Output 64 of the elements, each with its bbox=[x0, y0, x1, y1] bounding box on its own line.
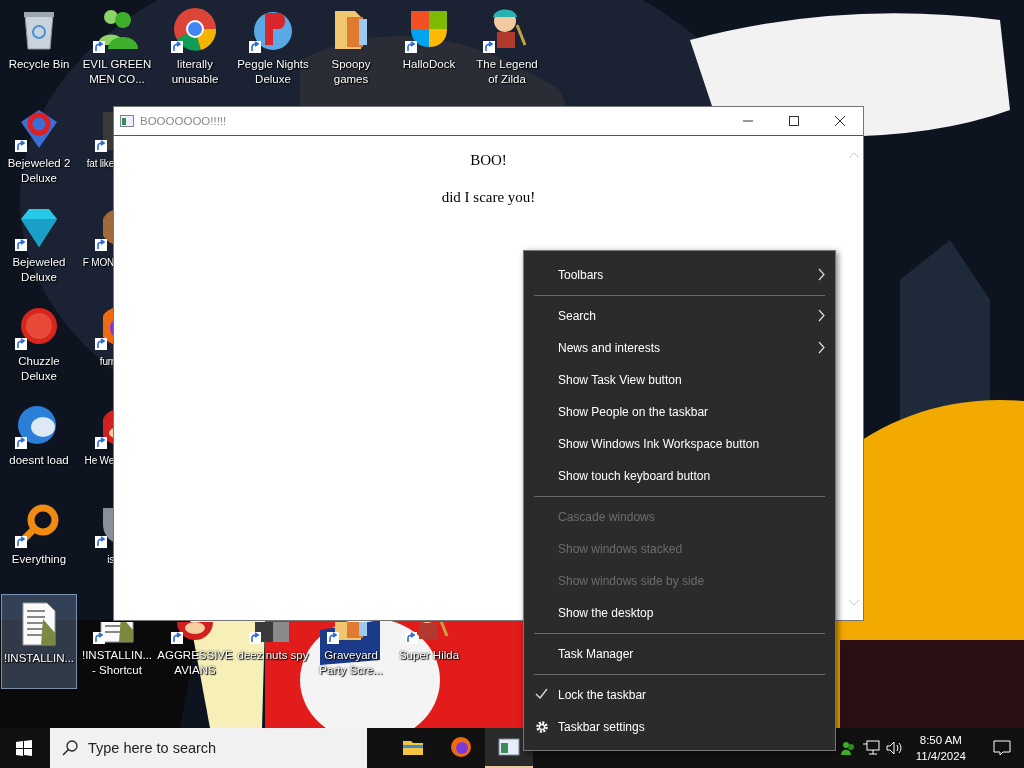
desktop-icon[interactable]: Recycle Bin bbox=[1, 0, 77, 95]
icon-label: furr bbox=[98, 355, 114, 369]
desktop-icon[interactable]: Peggle Nights Deluxe bbox=[235, 0, 311, 95]
desktop-icon[interactable]: !INSTALLIN... bbox=[1, 594, 77, 689]
menu-item[interactable]: Lock the taskbar bbox=[524, 679, 835, 711]
icon-label: The Legend of Zilda bbox=[475, 57, 539, 87]
icon-label: F MON bbox=[81, 256, 114, 270]
time: 8:50 AM bbox=[919, 733, 962, 748]
icon-label: !INSTALLIN... - Shortcut bbox=[80, 648, 154, 678]
icon-label: !INSTALLIN... bbox=[3, 651, 75, 666]
volume-icon[interactable] bbox=[885, 740, 902, 756]
window-title: BOOOOOOO!!!!! bbox=[140, 115, 228, 127]
icon-label: Graveyard Party Scre... bbox=[318, 648, 384, 678]
desktop-icon[interactable]: doesnt load bbox=[1, 396, 77, 491]
desktop-icon[interactable]: HalloDock bbox=[391, 0, 467, 95]
menu-item[interactable]: Show the desktop bbox=[524, 597, 835, 629]
desktop-icon[interactable]: EVIL GREEN MEN CO... bbox=[79, 0, 155, 95]
icon-label: Everything bbox=[11, 552, 67, 567]
heading: BOO! bbox=[470, 152, 507, 169]
icon-label: fat like bbox=[85, 157, 114, 171]
desktop-icon[interactable]: Spoopy games bbox=[313, 0, 389, 95]
desktop-icon[interactable]: Bejeweled 2 Deluxe bbox=[1, 99, 77, 194]
desktop-icon[interactable]: Everything bbox=[1, 495, 77, 590]
date: 11/4/2024 bbox=[915, 749, 966, 764]
icon-label: Chuzzle Deluxe bbox=[17, 354, 61, 384]
menu-item[interactable]: Search bbox=[524, 300, 835, 332]
desktop-icon[interactable]: literally unusable bbox=[157, 0, 233, 95]
clock[interactable]: 8:50 AM 11/4/2024 bbox=[915, 732, 966, 764]
menu-item[interactable]: Show Task View button bbox=[524, 364, 835, 396]
icon-label: Recycle Bin bbox=[8, 57, 70, 72]
window-app-icon bbox=[497, 735, 521, 759]
icon-label: literally unusable bbox=[170, 57, 220, 87]
icon-label: He We bbox=[83, 454, 114, 468]
windows-icon bbox=[16, 740, 32, 756]
icon-label: Peggle Nights Deluxe bbox=[236, 57, 310, 87]
browser-icon bbox=[171, 5, 219, 53]
menu-item[interactable]: Show Windows Ink Workspace button bbox=[524, 428, 835, 460]
icon-label: Bejeweled 2 Deluxe bbox=[6, 156, 72, 186]
message: did I scare you! bbox=[441, 189, 536, 206]
settings-icon bbox=[535, 720, 549, 734]
search-field[interactable]: Type here to search bbox=[50, 728, 367, 768]
desktop-icon[interactable]: Chuzzle Deluxe bbox=[1, 297, 77, 392]
desktop-icon[interactable]: Bejeweled Deluxe bbox=[1, 198, 77, 293]
desktop-icon[interactable]: The Legend of Zilda bbox=[469, 0, 545, 95]
menu-item[interactable]: Show People on the taskbar bbox=[524, 396, 835, 428]
menu-item[interactable]: Show touch keyboard button bbox=[524, 460, 835, 492]
icon-label: Bejeweled Deluxe bbox=[11, 255, 67, 285]
checkmark-icon bbox=[535, 688, 548, 700]
network-icon[interactable] bbox=[861, 740, 880, 756]
notifications-icon[interactable] bbox=[993, 740, 1011, 756]
icon-label: HalloDock bbox=[402, 57, 456, 72]
icon-label: doesnt load bbox=[9, 453, 69, 468]
search-icon bbox=[62, 740, 78, 756]
menu-item[interactable]: Toolbars bbox=[524, 259, 835, 291]
people-icon[interactable] bbox=[839, 740, 856, 756]
browser-icon bbox=[449, 735, 473, 759]
close-icon bbox=[835, 116, 845, 126]
menu-item[interactable]: Taskbar settings bbox=[524, 711, 835, 743]
maximize-icon bbox=[789, 116, 799, 126]
icon-label: EVIL GREEN MEN CO... bbox=[81, 57, 153, 87]
menu-item[interactable]: News and interests bbox=[524, 332, 835, 364]
icon-label: Spoopy games bbox=[330, 57, 372, 87]
menu-item[interactable]: Task Manager bbox=[524, 638, 835, 670]
window-app-icon bbox=[120, 115, 134, 127]
